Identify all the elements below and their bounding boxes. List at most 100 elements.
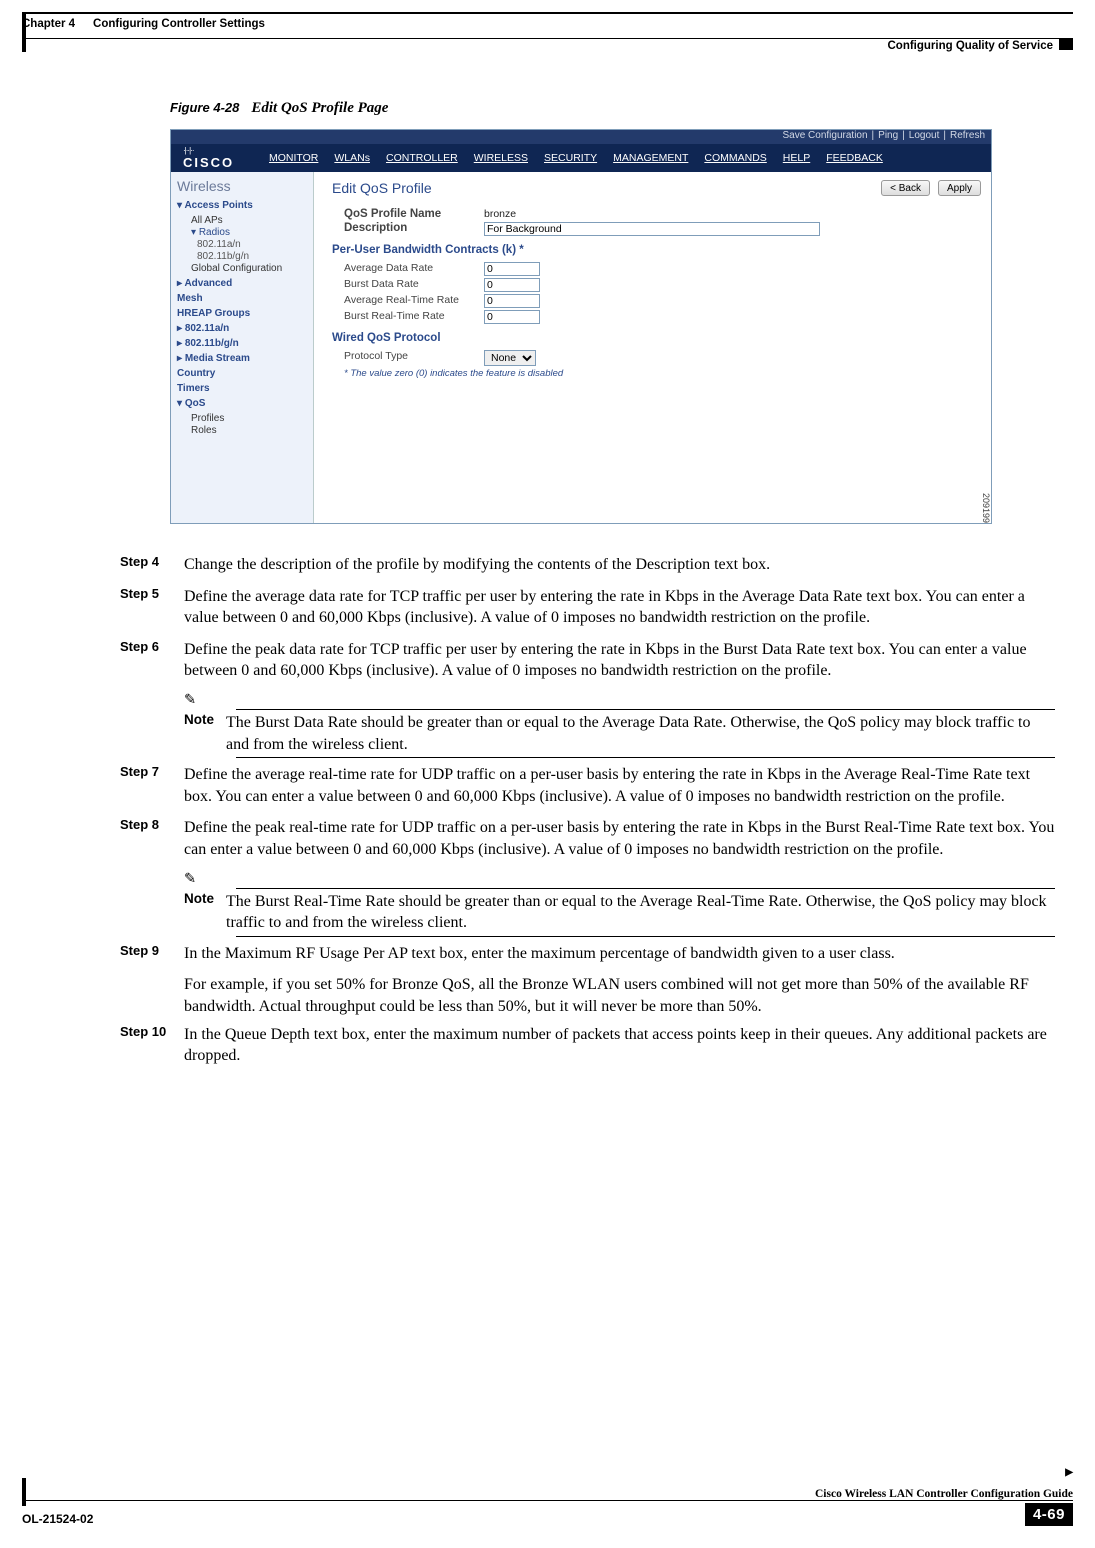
header-box (1059, 38, 1073, 50)
step-5-text: Define the average data rate for TCP tra… (184, 586, 1055, 629)
sidebar: Wireless ▾ Access Points All APs ▾ Radio… (171, 172, 314, 523)
nav-wireless[interactable]: WIRELESS (474, 152, 528, 164)
step-8-label: Step 8 (120, 817, 170, 832)
protocol-label: Protocol Type (344, 350, 484, 366)
nav-help[interactable]: HELP (783, 152, 810, 164)
top-sep: | (872, 130, 875, 144)
nav-commands[interactable]: COMMANDS (704, 152, 766, 164)
chapter-label: Chapter 4 (22, 18, 75, 30)
sidebar-80211bgn[interactable]: 802.11b/g/n (177, 251, 307, 262)
sidebar-access-points[interactable]: ▾ Access Points (177, 200, 307, 211)
burst-rt-input[interactable] (484, 310, 540, 324)
main-nav: MONITOR WLANs CONTROLLER WIRELESS SECURI… (269, 152, 883, 164)
step-9-extra: For example, if you set 50% for Bronze Q… (184, 974, 1055, 1017)
description-input[interactable] (484, 222, 820, 236)
save-config-link[interactable]: Save Configuration (782, 130, 867, 144)
avg-data-label: Average Data Rate (344, 262, 484, 276)
qos-name-label: QoS Profile Name (344, 208, 484, 220)
figure-title: Edit QoS Profile Page (251, 100, 388, 117)
footer-rule (22, 1500, 1073, 1501)
back-button[interactable]: < Back (881, 180, 930, 196)
image-id: 209199 (981, 493, 991, 523)
nav-controller[interactable]: CONTROLLER (386, 152, 458, 164)
step-4-label: Step 4 (120, 554, 170, 569)
footer-arrow-icon (1065, 1464, 1073, 1478)
sidebar-roles[interactable]: Roles (177, 425, 307, 436)
header-sub-rule (22, 38, 1059, 39)
sidebar-80211bgn[interactable]: ▸ 802.11b/g/n (177, 338, 307, 349)
bandwidth-section: Per-User Bandwidth Contracts (k) * (332, 244, 981, 256)
step-8-text: Define the peak real-time rate for UDP t… (184, 817, 1055, 860)
protocol-select[interactable]: None (484, 350, 536, 366)
sidebar-80211an[interactable]: 802.11a/n (177, 239, 307, 250)
refresh-link[interactable]: Refresh (950, 130, 985, 144)
figure-caption: Figure 4-28 Edit QoS Profile Page (170, 100, 1055, 117)
step-6-text: Define the peak data rate for TCP traffi… (184, 639, 1055, 682)
description-label: Description (344, 222, 484, 236)
apply-button[interactable]: Apply (938, 180, 981, 196)
note-label: Note (184, 891, 214, 934)
footer-doc-id: OL-21524-02 (22, 1512, 93, 1526)
qos-name-value: bronze (484, 208, 516, 220)
step-5-label: Step 5 (120, 586, 170, 601)
sidebar-timers[interactable]: Timers (177, 383, 307, 394)
main-pane: Edit QoS Profile < Back Apply QoS Profil… (314, 172, 991, 523)
nav-feedback[interactable]: FEEDBACK (826, 152, 883, 164)
page-number: 4-69 (1025, 1503, 1073, 1526)
step-7-text: Define the average real-time rate for UD… (184, 764, 1055, 807)
step-9-label: Step 9 (120, 943, 170, 958)
step-9-text: In the Maximum RF Usage Per AP text box,… (184, 943, 895, 965)
note-label: Note (184, 712, 214, 755)
pencil-icon: ✎ (184, 692, 1055, 709)
embedded-screenshot: Save Configuration | Ping | Logout | Ref… (170, 129, 992, 524)
step-10-text: In the Queue Depth text box, enter the m… (184, 1024, 1055, 1067)
nav-wlans[interactable]: WLANs (334, 152, 370, 164)
nav-monitor[interactable]: MONITOR (269, 152, 318, 164)
scr-top-bar: Save Configuration | Ping | Logout | Ref… (171, 130, 991, 144)
note-2: ✎ Note The Burst Real-Time Rate should be… (184, 871, 1055, 937)
sidebar-title: Wireless (177, 178, 307, 194)
scr-nav-bar: ·|··|·· CISCO MONITOR WLANs CONTROLLER W… (171, 144, 991, 172)
footer-book-title: Cisco Wireless LAN Controller Configurat… (815, 1488, 1073, 1500)
sidebar-radios[interactable]: ▾ Radios (177, 227, 307, 238)
avg-rt-input[interactable] (484, 294, 540, 308)
avg-data-input[interactable] (484, 262, 540, 276)
top-sep: | (902, 130, 905, 144)
sidebar-profiles[interactable]: Profiles (177, 413, 307, 424)
nav-security[interactable]: SECURITY (544, 152, 597, 164)
page-heading: Edit QoS Profile (332, 180, 432, 196)
cisco-logo: ·|··|·· CISCO (183, 146, 263, 170)
pencil-icon: ✎ (184, 871, 1055, 888)
step-4-text: Change the description of the profile by… (184, 554, 770, 576)
wired-section: Wired QoS Protocol (332, 332, 981, 344)
sidebar-global-config[interactable]: Global Configuration (177, 263, 307, 274)
nav-management[interactable]: MANAGEMENT (613, 152, 688, 164)
step-10-label: Step 10 (120, 1024, 170, 1039)
sidebar-country[interactable]: Country (177, 368, 307, 379)
note-2-text: The Burst Real-Time Rate should be great… (226, 891, 1055, 934)
avg-rt-label: Average Real-Time Rate (344, 294, 484, 308)
sidebar-media-stream[interactable]: ▸ Media Stream (177, 353, 307, 364)
zero-note: * The value zero (0) indicates the featu… (332, 368, 981, 379)
sidebar-hreap[interactable]: HREAP Groups (177, 308, 307, 319)
logout-link[interactable]: Logout (909, 130, 940, 144)
note-1-text: The Burst Data Rate should be greater th… (226, 712, 1055, 755)
figure-number: Figure 4-28 (170, 100, 239, 117)
step-6-label: Step 6 (120, 639, 170, 654)
step-7-label: Step 7 (120, 764, 170, 779)
burst-data-input[interactable] (484, 278, 540, 292)
note-1: ✎ Note The Burst Data Rate should be grea… (184, 692, 1055, 758)
sidebar-advanced[interactable]: ▸ Advanced (177, 278, 307, 289)
burst-data-label: Burst Data Rate (344, 278, 484, 292)
sidebar-80211an[interactable]: ▸ 802.11a/n (177, 323, 307, 334)
burst-rt-label: Burst Real-Time Rate (344, 310, 484, 324)
sidebar-all-aps[interactable]: All APs (177, 215, 307, 226)
section-title: Configuring Quality of Service (888, 40, 1054, 52)
page-header: Chapter 4 Configuring Controller Setting… (22, 18, 1073, 30)
chapter-title: Configuring Controller Settings (93, 18, 265, 30)
sidebar-qos[interactable]: ▾ QoS (177, 398, 307, 409)
header-rule (22, 12, 1073, 14)
top-sep: | (943, 130, 946, 144)
sidebar-mesh[interactable]: Mesh (177, 293, 307, 304)
ping-link[interactable]: Ping (878, 130, 898, 144)
